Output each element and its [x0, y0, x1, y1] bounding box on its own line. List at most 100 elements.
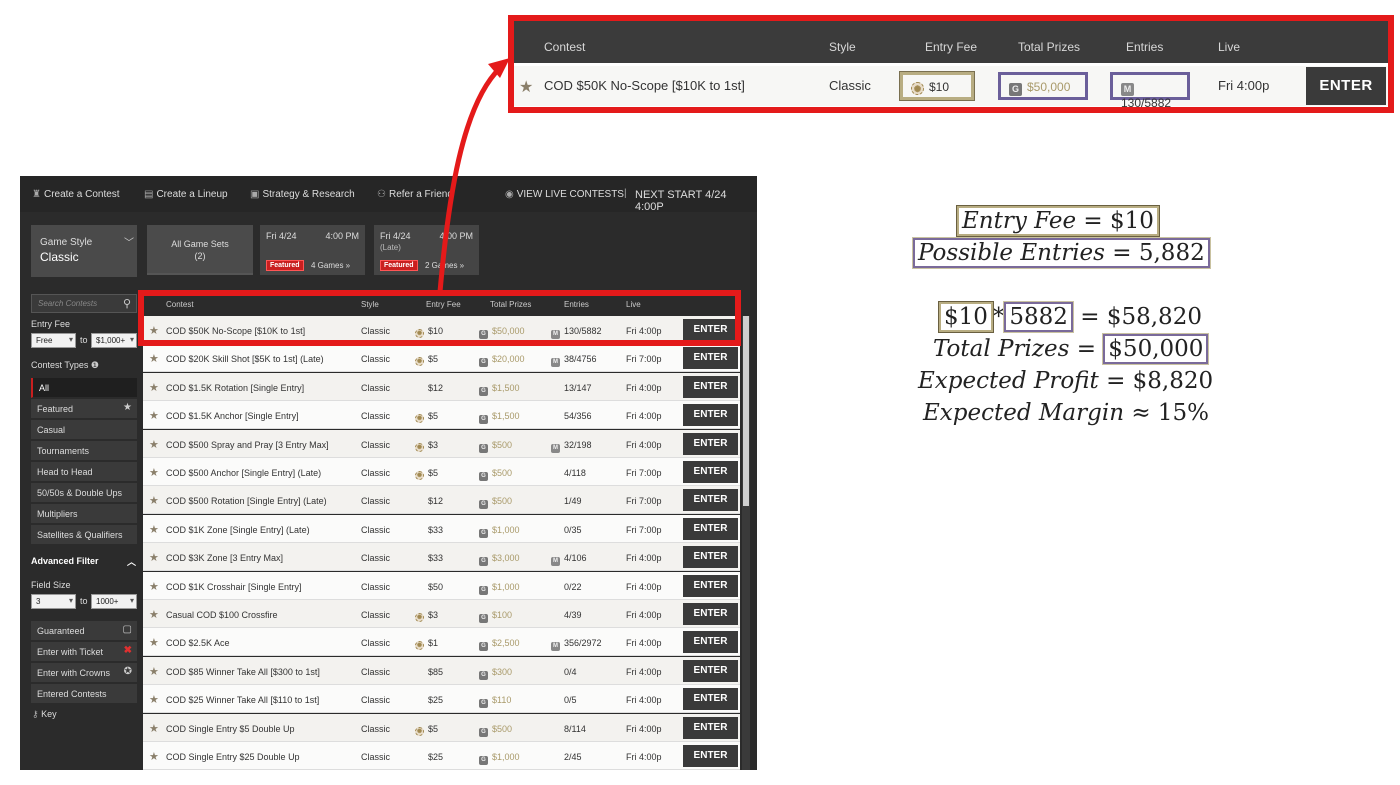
enter-button[interactable]: ENTER — [683, 688, 738, 711]
favorite-star-icon[interactable]: ★ — [149, 494, 159, 507]
favorite-star-icon[interactable]: ★ — [149, 636, 159, 649]
zoom-contest-live: Fri 4:00p — [1218, 78, 1270, 93]
enter-button[interactable]: ENTER — [683, 404, 738, 427]
type-multipliers[interactable]: Multipliers — [31, 504, 137, 524]
enter-button[interactable]: ENTER — [683, 631, 738, 654]
enter-button[interactable]: ENTER — [683, 659, 738, 682]
nav-strategy-research[interactable]: ▣ Strategy & Research — [250, 189, 355, 200]
info-icon[interactable]: ❶ — [91, 360, 99, 370]
entry-fee-max-select[interactable]: $1,000+ ▾ — [91, 333, 137, 348]
game-style-dropdown[interactable]: Game Style Classic ﹀ — [31, 225, 137, 277]
table-row[interactable]: ★ COD $500 Rotation [Single Entry] (Late)… — [143, 486, 740, 515]
search-icon[interactable]: ⚲ — [123, 297, 131, 310]
field-size-label: Field Size — [31, 580, 71, 590]
field-size-max-select[interactable]: 1000+ ▾ — [91, 594, 137, 609]
table-row[interactable]: ★ COD $1.5K Anchor [Single Entry] Classic ✺… — [143, 401, 740, 430]
enter-button[interactable]: ENTER — [683, 432, 738, 455]
enter-button[interactable]: ENTER — [683, 461, 738, 483]
favorite-star-icon[interactable]: ★ — [149, 665, 159, 678]
favorite-star-icon[interactable]: ★ — [149, 750, 159, 763]
enter-button[interactable]: ENTER — [683, 745, 738, 767]
table-row[interactable]: ★ COD Single Entry $25 Double Up Classic $2… — [143, 742, 740, 770]
filter-guaranteed[interactable]: Guaranteed ▢ — [31, 621, 137, 641]
favorite-star-icon[interactable]: ★ — [149, 693, 159, 706]
enter-button[interactable]: ENTER — [683, 489, 738, 512]
favorite-star-icon[interactable]: ★ — [149, 381, 159, 394]
favorite-star-icon[interactable]: ★ — [149, 523, 159, 536]
type-casual[interactable]: Casual — [31, 420, 137, 440]
table-scrollbar[interactable] — [742, 316, 750, 770]
search-contests-input[interactable]: Search Contests ⚲ — [31, 294, 137, 313]
filter-ticket[interactable]: Enter with Ticket ✖ — [31, 642, 137, 662]
enter-button[interactable]: ENTER — [683, 574, 738, 597]
contest-live: Fri 4:00p — [626, 695, 662, 706]
game-set-late[interactable]: Fri 4/24 4:00 PM (Late) Featured 2 Games… — [374, 225, 479, 275]
contest-live: Fri 4:00p — [626, 638, 662, 649]
guaranteed-icon: G — [1009, 83, 1022, 96]
scrollbar-thumb[interactable] — [743, 316, 749, 506]
contest-fee: ✺ $5 — [415, 411, 438, 424]
type-all[interactable]: All — [31, 378, 137, 398]
table-row[interactable]: ★ COD $25 Winner Take All [$110 to 1st] Cl… — [143, 685, 740, 714]
contest-live: Fri 7:00p — [626, 468, 662, 478]
favorite-star-icon[interactable]: ★ — [149, 409, 159, 422]
key-link[interactable]: ⚷ Key — [32, 709, 57, 720]
crown-icon: ✪ — [123, 666, 132, 677]
favorite-star-icon[interactable]: ★ — [149, 352, 159, 365]
favorite-star-icon[interactable]: ★ — [519, 77, 533, 97]
game-set-early[interactable]: Fri 4/24 4:00 PM Featured 4 Games » — [260, 225, 365, 275]
contest-fee: ✺ $1 — [415, 638, 438, 651]
contest-style: Classic — [361, 638, 391, 649]
table-row[interactable]: ★ COD $85 Winner Take All [$300 to 1st] Cl… — [143, 656, 740, 685]
type-5050-double-ups[interactable]: 50/50s & Double Ups — [31, 483, 137, 503]
enter-button[interactable]: ENTER — [683, 375, 738, 398]
table-row[interactable]: ★ COD $500 Anchor [Single Entry] (Late) Cl… — [143, 458, 740, 486]
contest-prizes-value: $300 — [492, 666, 513, 677]
table-row[interactable]: ★ COD $20K Skill Shot [$5K to 1st] (Late)… — [143, 344, 740, 373]
highlight-box — [138, 290, 741, 346]
advanced-filter-toggle[interactable]: Advanced Filter ︿ — [31, 556, 136, 567]
filter-entered[interactable]: Entered Contests — [31, 684, 137, 704]
table-row[interactable]: ★ COD $3K Zone [3 Entry Max] Classic $33 G $3… — [143, 543, 740, 572]
field-size-min-select[interactable]: 3 ▾ — [31, 594, 76, 609]
table-row[interactable]: ★ COD $1K Crosshair [Single Entry] Classic… — [143, 571, 740, 600]
zoom-contest-row[interactable]: ★ COD $50K No-Scope [$10K to 1st] Classi… — [514, 66, 1388, 110]
entry-fee-min-select[interactable]: Free ▾ — [31, 333, 76, 348]
table-row[interactable]: ★ COD $1.5K Rotation [Single Entry] Classi… — [143, 372, 740, 401]
guaranteed-icon: G — [479, 756, 488, 765]
table-row[interactable]: ★ COD Single Entry $5 Double Up Classic ✺ $5… — [143, 713, 740, 742]
favorite-star-icon[interactable]: ★ — [149, 551, 159, 564]
nav-create-lineup[interactable]: ▤ Create a Lineup — [144, 189, 228, 200]
table-row[interactable]: ★ COD $2.5K Ace Classic ✺ $1 G $2,500 M 356/2972… — [143, 628, 740, 657]
ticket-icon: ✺ — [415, 641, 424, 651]
contest-fee: ✺ $3 — [415, 440, 438, 452]
type-satellites[interactable]: Satellites & Qualifiers — [31, 525, 137, 545]
favorite-star-icon[interactable]: ★ — [149, 466, 159, 479]
contest-fee-value: $33 — [428, 524, 444, 535]
type-tournaments[interactable]: Tournaments — [31, 441, 137, 461]
zoom-col-fee: Entry Fee — [925, 40, 978, 54]
contest-style: Classic — [361, 524, 391, 535]
favorite-star-icon[interactable]: ★ — [149, 608, 159, 621]
nav-refer-friend[interactable]: ⚇ Refer a Friend — [377, 189, 453, 200]
zoom-enter-button[interactable]: ENTER — [1306, 67, 1386, 105]
favorite-star-icon[interactable]: ★ — [149, 722, 159, 735]
enter-button[interactable]: ENTER — [683, 517, 738, 540]
favorite-star-icon[interactable]: ★ — [149, 438, 159, 451]
table-row[interactable]: ★ COD $500 Spray and Pray [3 Entry Max] Cl… — [143, 429, 740, 458]
enter-button[interactable]: ENTER — [683, 716, 738, 739]
type-head-to-head[interactable]: Head to Head — [31, 462, 137, 482]
nav-create-contest[interactable]: ♜ Create a Contest — [32, 189, 120, 200]
enter-button[interactable]: ENTER — [683, 347, 738, 370]
guaranteed-icon: G — [479, 358, 488, 368]
filter-crowns[interactable]: Enter with Crowns ✪ — [31, 663, 137, 683]
table-row[interactable]: ★ COD $1K Zone [Single Entry] (Late) Class… — [143, 514, 740, 543]
view-live-contests-link[interactable]: ◉ VIEW LIVE CONTESTS — [505, 189, 624, 200]
table-row[interactable]: ★ Casual COD $100 Crossfire Classic ✺ $3 G $10… — [143, 600, 740, 628]
enter-button[interactable]: ENTER — [683, 603, 738, 625]
all-game-sets-tab[interactable]: All Game Sets (2) — [147, 225, 253, 275]
type-featured[interactable]: Featured ★ — [31, 399, 137, 419]
trophy-icon: ♜ — [32, 189, 41, 200]
enter-button[interactable]: ENTER — [683, 546, 738, 569]
favorite-star-icon[interactable]: ★ — [149, 580, 159, 593]
